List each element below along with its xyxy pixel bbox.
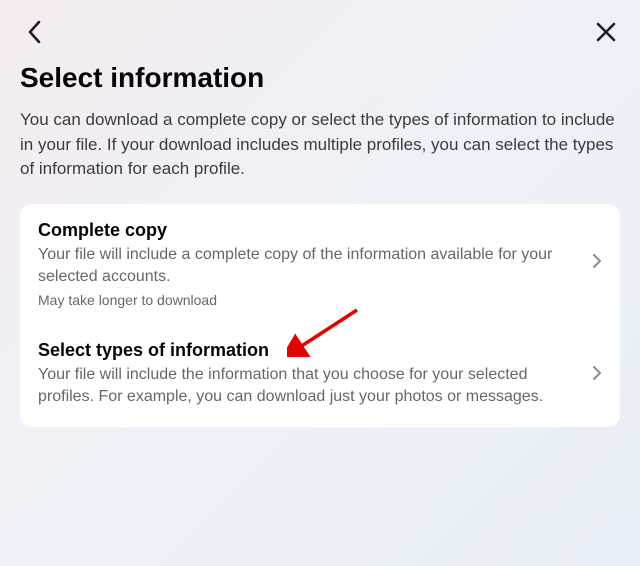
page-title: Select information — [20, 62, 620, 94]
option-select-types[interactable]: Select types of information Your file wi… — [20, 324, 620, 428]
modal-header — [0, 0, 640, 52]
option-title: Select types of information — [38, 340, 578, 361]
option-title: Complete copy — [38, 220, 578, 241]
main-content: Select information You can download a co… — [0, 52, 640, 447]
options-card: Complete copy Your file will include a c… — [20, 204, 620, 428]
close-icon — [595, 21, 617, 43]
close-button[interactable] — [592, 18, 620, 46]
chevron-right-icon — [592, 253, 602, 274]
option-complete-copy[interactable]: Complete copy Your file will include a c… — [20, 204, 620, 324]
page-description: You can download a complete copy or sele… — [20, 108, 620, 182]
chevron-right-icon — [592, 365, 602, 386]
back-button[interactable] — [20, 18, 48, 46]
option-text-block: Complete copy Your file will include a c… — [38, 220, 592, 308]
chevron-left-icon — [27, 20, 41, 44]
option-text-block: Select types of information Your file wi… — [38, 340, 592, 412]
option-desc: Your file will include the information t… — [38, 364, 578, 409]
option-desc: Your file will include a complete copy o… — [38, 244, 578, 289]
option-note: May take longer to download — [38, 292, 578, 308]
